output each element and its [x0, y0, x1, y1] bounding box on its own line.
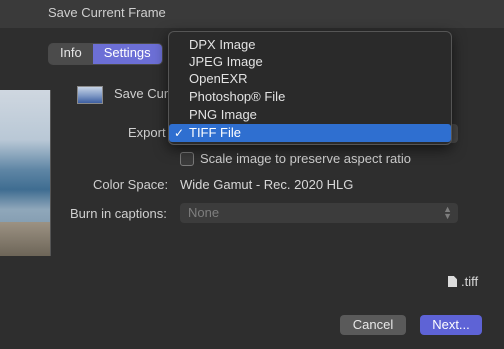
file-icon [448, 276, 457, 287]
menu-item-label: DPX Image [189, 37, 256, 52]
menu-item-label: Photoshop® File [189, 89, 286, 104]
window-title: Save Current Frame [48, 5, 166, 20]
menu-item-label: OpenEXR [189, 71, 248, 86]
menu-item-label: TIFF File [189, 125, 241, 140]
menu-item-label: PNG Image [189, 107, 257, 122]
color-space-label: Color Space: [93, 177, 169, 192]
preview-sand [0, 222, 50, 256]
tab-bar: Info Settings [48, 43, 163, 65]
title-bar: Save Current Frame [0, 0, 504, 28]
tab-info[interactable]: Info [49, 44, 93, 64]
menu-item-jpeg[interactable]: JPEG Image [169, 53, 451, 71]
scale-checkbox[interactable] [180, 151, 194, 166]
scale-checkbox-row[interactable]: Scale image to preserve aspect ratio [180, 151, 411, 166]
export-format-menu: DPX Image JPEG Image OpenEXR Photoshop® … [168, 31, 452, 145]
cancel-button[interactable]: Cancel [340, 315, 406, 335]
tab-settings[interactable]: Settings [92, 44, 162, 64]
chevron-updown-icon: ▲ ▼ [443, 204, 452, 221]
menu-item-label: JPEG Image [189, 54, 263, 69]
file-extension: .tiff [448, 274, 478, 289]
menu-item-dpx[interactable]: DPX Image [169, 36, 451, 54]
file-extension-label: .tiff [461, 274, 479, 289]
burn-captions-select: None ▲ ▼ [180, 203, 458, 223]
burn-captions-label: Burn in captions: [70, 206, 167, 221]
color-space-value: Wide Gamut - Rec. 2020 HLG [180, 177, 354, 192]
scale-checkbox-label[interactable]: Scale image to preserve aspect ratio [200, 151, 411, 166]
next-button[interactable]: Next... [420, 315, 482, 335]
menu-item-png[interactable]: PNG Image [169, 106, 451, 124]
checkmark-icon: ✓ [174, 126, 185, 140]
menu-item-photoshop[interactable]: Photoshop® File [169, 88, 451, 106]
menu-item-tiff[interactable]: ✓ TIFF File [169, 124, 451, 142]
save-label: Save Current Frame [114, 86, 169, 101]
export-label: Export [128, 125, 166, 140]
menu-item-openexr[interactable]: OpenEXR [169, 70, 451, 88]
burn-captions-value: None [188, 205, 220, 220]
frame-preview-image [0, 90, 51, 256]
frame-thumbnail-icon [77, 86, 103, 104]
